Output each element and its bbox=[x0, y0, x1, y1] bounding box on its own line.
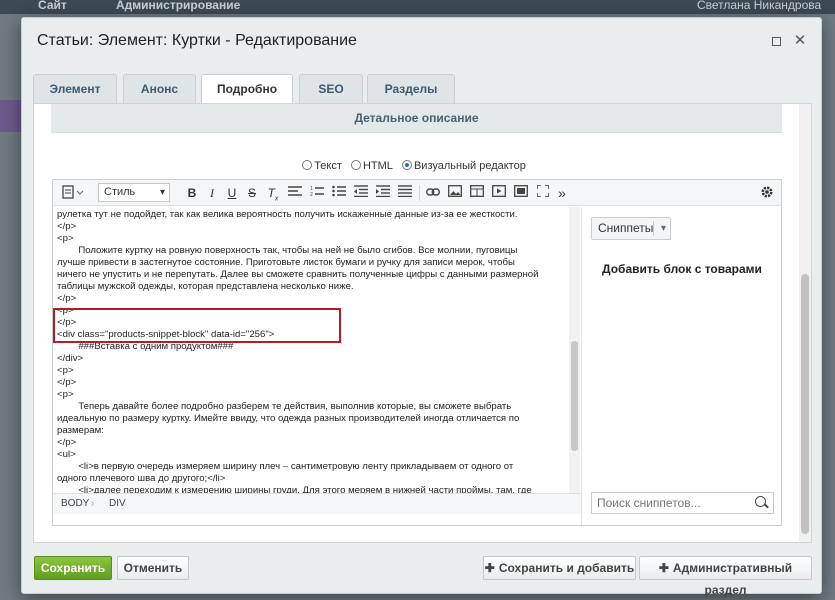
maximize-icon[interactable] bbox=[769, 34, 783, 48]
code-line: <ul> bbox=[57, 449, 76, 460]
link-icon[interactable] bbox=[425, 185, 441, 201]
indent-icon[interactable] bbox=[375, 185, 391, 201]
style-select[interactable]: Стиль bbox=[98, 183, 170, 202]
tab-content: Детальное описание Текст HTML Визуальный… bbox=[33, 103, 812, 543]
code-line: </p> bbox=[57, 293, 77, 304]
tab-announce[interactable]: Анонс bbox=[123, 74, 196, 104]
code-line: <p> bbox=[57, 365, 74, 376]
snippets-search-input[interactable] bbox=[591, 492, 774, 514]
code-line: Теперь давайте более подробно разберем т… bbox=[57, 401, 512, 412]
tab-seo[interactable]: SEO bbox=[299, 74, 363, 104]
snippet-block-highlight bbox=[53, 308, 341, 343]
editor-statusbar: BODY › DIV bbox=[53, 493, 581, 514]
code-line: лучше привести в застегнутое состояние. … bbox=[57, 257, 515, 268]
status-path-body[interactable]: BODY bbox=[61, 494, 89, 514]
code-line: <p> bbox=[57, 233, 74, 244]
code-line: ничего не упустить и не перепутать. Дале… bbox=[57, 269, 539, 280]
status-path-separator: › bbox=[91, 498, 95, 509]
justify-icon[interactable] bbox=[397, 185, 413, 201]
section-title: Детальное описание bbox=[51, 104, 782, 133]
outdent-icon[interactable] bbox=[353, 185, 369, 201]
save-button[interactable]: Сохранить bbox=[34, 556, 112, 580]
toolbar-divider bbox=[419, 185, 420, 201]
code-scrollbar-thumb[interactable] bbox=[571, 341, 578, 451]
code-line: <li>далее переходим к измерению ширины г… bbox=[57, 485, 532, 493]
cancel-button[interactable]: Отменить bbox=[117, 556, 189, 580]
strikethrough-icon[interactable]: S bbox=[245, 185, 259, 201]
radio-visual[interactable] bbox=[401, 160, 412, 170]
close-icon[interactable]: ✕ bbox=[793, 33, 807, 48]
clear-format-icon[interactable]: Tx bbox=[265, 185, 281, 202]
code-line: </div> bbox=[57, 353, 84, 364]
editor-toolbar: Стиль B I U S Tx 12 bbox=[53, 180, 781, 206]
more-icon[interactable]: » bbox=[555, 185, 569, 201]
code-line: размерам: bbox=[57, 425, 104, 436]
code-line: <p> bbox=[57, 389, 74, 400]
code-line: одного плечевого шва до другого;</li> bbox=[57, 473, 226, 484]
editor-mode-switch: Текст HTML Визуальный редактор bbox=[34, 160, 794, 172]
video-icon[interactable] bbox=[491, 185, 507, 201]
mode-visual-option[interactable]: Визуальный редактор bbox=[401, 160, 526, 172]
admin-section-button[interactable]: ✚ Административный раздел bbox=[639, 556, 812, 597]
dialog-title: Статьи: Элемент: Куртки - Редактирование bbox=[37, 32, 357, 49]
plus-icon: ✚ bbox=[658, 561, 669, 575]
align-icon[interactable] bbox=[287, 185, 303, 201]
topbar-user-name[interactable]: Светлана Никандрова bbox=[697, 0, 821, 12]
svg-text:2: 2 bbox=[310, 192, 313, 197]
search-icon[interactable] bbox=[755, 496, 766, 507]
mode-text-option[interactable]: Текст bbox=[302, 160, 342, 172]
html-editor: Стиль B I U S Tx 12 bbox=[52, 179, 782, 526]
bold-icon[interactable]: B bbox=[185, 185, 199, 201]
table-icon[interactable] bbox=[469, 185, 485, 201]
admin-topbar: Сайт Администрирование Светлана Никандро… bbox=[0, 0, 835, 14]
code-scrollbar[interactable] bbox=[569, 207, 580, 493]
code-line: рулетка тут не подойдет, так как велика … bbox=[57, 209, 518, 220]
snippets-panel: Сниппеты Добавить блок с товарами bbox=[581, 207, 781, 525]
topbar-site-link[interactable]: Сайт bbox=[38, 0, 67, 12]
radio-text[interactable] bbox=[302, 160, 313, 170]
radio-html[interactable] bbox=[350, 160, 361, 170]
view-mode-icon[interactable] bbox=[61, 185, 85, 201]
snippet-insert-icon[interactable] bbox=[513, 185, 529, 201]
code-line: </p> bbox=[57, 377, 77, 388]
mode-html-option[interactable]: HTML bbox=[350, 160, 393, 172]
code-line: <li>в первую очередь измеряем ширину пле… bbox=[57, 461, 514, 472]
image-icon[interactable] bbox=[447, 185, 463, 201]
settings-gear-icon[interactable] bbox=[759, 185, 775, 201]
html-code-area[interactable]: рулетка тут не подойдет, так как велика … bbox=[55, 207, 568, 493]
code-line: таблицы мужской одежды, которая представ… bbox=[57, 281, 354, 292]
snippets-button[interactable]: Сниппеты bbox=[591, 217, 671, 240]
tab-details[interactable]: Подробно bbox=[201, 74, 293, 105]
status-path-div[interactable]: DIV bbox=[109, 494, 126, 514]
tab-sections[interactable]: Разделы bbox=[367, 74, 455, 104]
code-line: </p> bbox=[57, 437, 77, 448]
unordered-list-icon[interactable] bbox=[331, 185, 347, 201]
fullscreen-icon[interactable] bbox=[535, 184, 551, 201]
code-line: Положите куртку на ровную поверхность та… bbox=[57, 245, 518, 256]
snippet-add-products-block[interactable]: Добавить блок с товарами bbox=[602, 262, 762, 276]
edit-dialog: Статьи: Элемент: Куртки - Редактирование… bbox=[21, 17, 822, 597]
plus-icon: ✚ bbox=[484, 561, 495, 575]
underline-icon[interactable]: U bbox=[225, 185, 239, 201]
content-scrollbar[interactable] bbox=[799, 104, 811, 542]
content-scrollbar-thumb[interactable] bbox=[801, 274, 809, 534]
code-line: </p> bbox=[57, 221, 77, 232]
ordered-list-icon[interactable]: 12 bbox=[309, 185, 325, 201]
italic-icon[interactable]: I bbox=[205, 185, 219, 201]
tab-element[interactable]: Элемент bbox=[33, 74, 117, 104]
code-line: идеальную по размеру куртку. Имейте ввид… bbox=[57, 413, 520, 424]
save-and-add-button[interactable]: ✚ Сохранить и добавить bbox=[483, 556, 636, 580]
topbar-admin-link[interactable]: Администрирование bbox=[116, 0, 240, 12]
